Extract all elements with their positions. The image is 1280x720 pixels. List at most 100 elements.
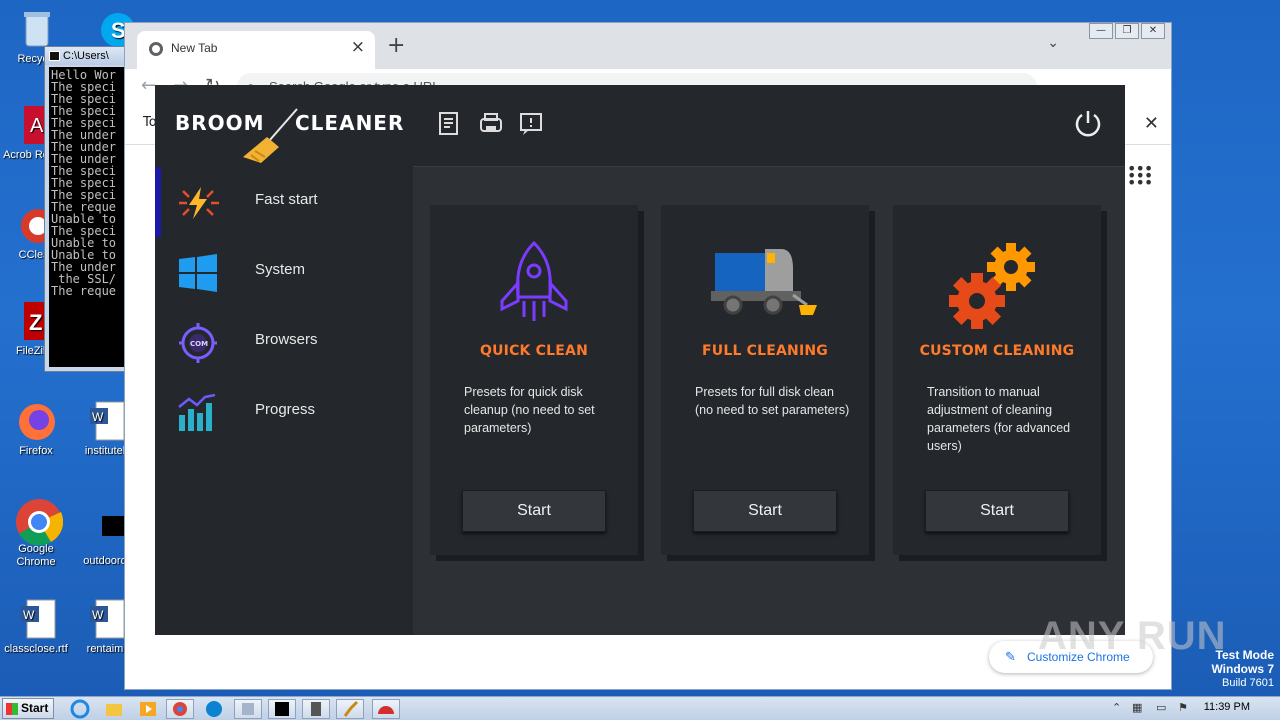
desktop-icon-classclose-rtf[interactable]: W classclose.rtf [1, 598, 71, 656]
broom-cleaner-taskbar-icon[interactable] [336, 699, 364, 719]
speedometer-taskbar-icon[interactable] [372, 699, 400, 719]
lightning-icon [179, 187, 219, 219]
test-mode-text: Test Mode [1215, 648, 1274, 662]
report-icon[interactable] [437, 111, 461, 137]
rocket-icon [500, 240, 568, 321]
svg-text:Z: Z [29, 310, 42, 335]
cmd-titlebar[interactable]: C:\Users\ [45, 47, 125, 65]
full-cleaning-start-button[interactable]: Start [693, 490, 837, 532]
tray-network-icon[interactable]: ▦ [1132, 701, 1142, 714]
nav-label: System [255, 261, 306, 278]
svg-text:W: W [92, 410, 104, 424]
gears-icon [949, 243, 1035, 329]
windows-icon [179, 254, 217, 292]
nav-fast-start[interactable]: Fast start [155, 167, 413, 237]
custom-cleaning-start-button[interactable]: Start [925, 490, 1069, 532]
chrome-taskbar-icon[interactable] [166, 699, 194, 719]
nav-system[interactable]: System [155, 237, 413, 307]
card-description: Transition to manual adjustment of clean… [927, 385, 1071, 453]
card-title: QUICK CLEAN [480, 343, 588, 359]
anyrun-watermark: ANY RUN [1038, 614, 1227, 658]
word-doc-icon: W [15, 598, 57, 640]
card-title: FULL CLEANING [702, 343, 828, 359]
chart-icon [178, 393, 216, 431]
os-text: Windows 7 [1211, 662, 1274, 676]
desktop: Recycle S A Acrob Reader CClean Z FileZi… [0, 0, 1280, 696]
cmd-taskbar-icon[interactable] [268, 699, 296, 719]
feedback-icon[interactable] [519, 111, 543, 137]
window-controls: — ❐ ✕ [1089, 23, 1165, 39]
tray-display-icon[interactable]: ▭ [1156, 701, 1166, 714]
desktop-icon-google-chrome[interactable]: Google Chrome [1, 498, 71, 569]
nav-label: Fast start [255, 191, 318, 208]
sweeper-truck-icon [711, 249, 817, 315]
tab-search-chevron-icon[interactable]: ⌄ [1047, 35, 1059, 51]
taskbar-clock[interactable]: 11:39 PM [1204, 701, 1250, 713]
edge-taskbar-icon[interactable] [204, 699, 232, 719]
chrome-tabstrip: New Tab × + ⌄ — ❐ ✕ [125, 23, 1171, 69]
svg-text:W: W [23, 608, 35, 622]
desktop-icon-label: rentaim [86, 643, 124, 655]
desktop-icon-label: institutel [84, 445, 126, 457]
nav-label: Browsers [255, 331, 318, 348]
svg-text:W: W [92, 608, 104, 622]
nav-browsers[interactable]: COM Browsers [155, 307, 413, 377]
logo-word-cleaner: CLEANER [295, 111, 405, 135]
close-tab-icon[interactable]: × [351, 37, 365, 57]
minimize-button[interactable]: — [1089, 23, 1113, 39]
tab-new-tab[interactable]: New Tab × [137, 31, 375, 69]
printer-icon[interactable] [479, 111, 503, 137]
app-taskbar-icon[interactable] [234, 699, 262, 719]
chrome-favicon-icon [149, 42, 163, 56]
card-title: CUSTOM CLEANING [919, 343, 1075, 359]
test-mode-label: Test Mode Windows 7 Build 7601 [1211, 648, 1274, 690]
tab-title: New Tab [171, 41, 218, 55]
apps-grid-icon[interactable]: ••• ••• ••• [1127, 161, 1153, 191]
pencil-icon: ✎ [1005, 649, 1016, 664]
cmd-window[interactable]: C:\Users\ Hello Wor The speci The speci … [44, 46, 126, 372]
svg-text:COM: COM [190, 340, 208, 348]
explorer-taskbar-icon[interactable] [104, 699, 132, 719]
app-header [413, 85, 1125, 167]
card-description: Presets for full disk clean (no need to … [695, 385, 850, 417]
custom-cleaning-card: CUSTOM CLEANING Transition to manual adj… [893, 205, 1101, 555]
recycle-bin-icon [16, 8, 58, 50]
windows-flag-icon [6, 703, 18, 715]
tray-flag-icon[interactable]: ⚑ [1178, 701, 1188, 714]
svg-text:A: A [30, 115, 44, 137]
active-indicator [155, 167, 161, 237]
restore-button[interactable]: ❐ [1115, 23, 1139, 39]
calculator-taskbar-icon[interactable] [302, 699, 330, 719]
taskbar: Start ⌃ ▦ ▭ ⚑ 11:39 PM [0, 696, 1280, 720]
firefox-icon [15, 400, 57, 442]
back-arrow-icon[interactable]: ← [141, 75, 156, 96]
power-icon[interactable] [1073, 109, 1103, 139]
quick-clean-start-button[interactable]: Start [462, 490, 606, 532]
desktop-icon-firefox[interactable]: Firefox [1, 400, 71, 458]
cmd-icon [49, 51, 60, 61]
chrome-icon [15, 498, 64, 546]
close-window-button[interactable]: ✕ [1141, 23, 1165, 39]
app-sidebar: BROOM CLEANER Fast start System COM Brow… [155, 85, 413, 635]
card-description: Presets for quick disk cleanup (no need … [464, 385, 595, 435]
nav-label: Progress [255, 401, 316, 418]
ie-taskbar-icon[interactable] [70, 699, 98, 719]
word-doc-icon: W [84, 400, 126, 442]
build-text: Build 7601 [1222, 677, 1274, 689]
black-file-icon [84, 510, 126, 552]
quick-clean-card: QUICK CLEAN Presets for quick disk clean… [430, 205, 638, 555]
broom-cleaner-window: BROOM CLEANER Fast start System COM Brow… [155, 85, 1125, 635]
start-label: Start [21, 701, 49, 715]
browser-target-icon: COM [179, 323, 217, 363]
broom-icon [243, 108, 298, 163]
desktop-icon-label: Google Chrome [16, 543, 56, 568]
desktop-icon-label: outdoord [83, 555, 127, 567]
nav-progress[interactable]: Progress [155, 377, 413, 447]
media-player-taskbar-icon[interactable] [138, 699, 166, 719]
new-tab-button[interactable]: + [387, 33, 405, 58]
cmd-title: C:\Users\ [63, 50, 109, 62]
tray-expand-icon[interactable]: ⌃ [1112, 701, 1121, 714]
close-icon[interactable]: ✕ [1144, 113, 1159, 134]
cmd-output: Hello Wor The speci The speci The speci … [49, 67, 125, 367]
start-button[interactable]: Start [2, 698, 54, 719]
